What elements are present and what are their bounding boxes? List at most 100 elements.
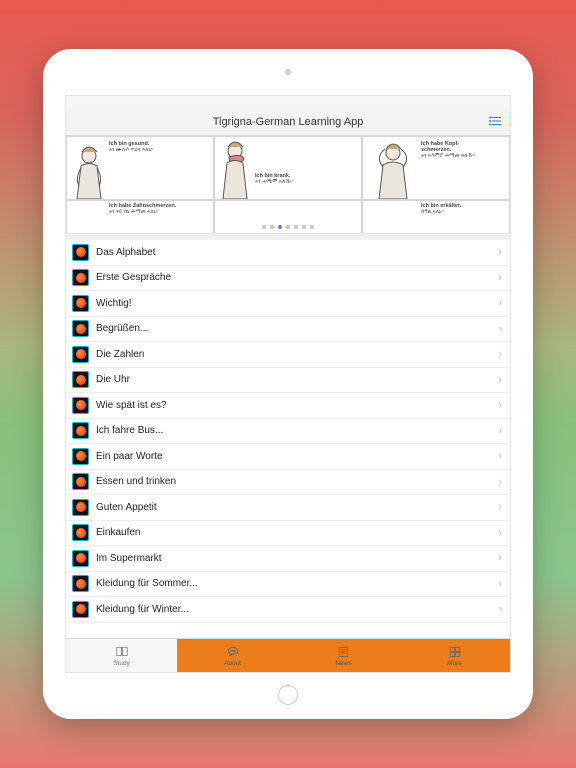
chevron-right-icon: › bbox=[498, 578, 502, 590]
lesson-icon bbox=[72, 601, 89, 618]
chevron-right-icon: › bbox=[498, 374, 502, 386]
panel-caption-ti: ኣነ ናይ ሰኒ ሕማመ ኣለኒ። bbox=[109, 209, 176, 215]
lesson-label: Das Alphabet bbox=[96, 247, 498, 258]
news-icon bbox=[337, 645, 351, 659]
chevron-right-icon: › bbox=[498, 348, 502, 360]
comic-panel: Ich bin erkältet. ሰዓል ኣለኒ። bbox=[362, 200, 510, 234]
chevron-right-icon: › bbox=[498, 552, 502, 564]
book-icon bbox=[115, 645, 129, 659]
chevron-right-icon: › bbox=[498, 272, 502, 284]
comic-grid: Ich bin gesund. ኣነ ሙሉእ ጥዕና ኣለኒ። Ich bin … bbox=[66, 136, 510, 233]
tab-label: News bbox=[335, 660, 351, 667]
tablet-frame: Tigrigna-German Learning App Ich bin ges… bbox=[43, 49, 533, 719]
lesson-label: Kleidung für Sommer... bbox=[96, 578, 498, 589]
chevron-right-icon: › bbox=[498, 476, 502, 488]
person-figure-icon bbox=[71, 144, 111, 199]
carousel-dot[interactable] bbox=[302, 225, 306, 229]
list-item[interactable]: Wie spät ist es? › bbox=[66, 393, 510, 419]
home-button[interactable] bbox=[278, 685, 298, 705]
list-item[interactable]: Erste Gespräche › bbox=[66, 266, 510, 292]
chevron-right-icon: › bbox=[498, 399, 502, 411]
speech-icon bbox=[226, 645, 240, 659]
chevron-right-icon: › bbox=[498, 425, 502, 437]
lesson-icon bbox=[72, 244, 89, 261]
lesson-icon bbox=[72, 524, 89, 541]
app-screen: Tigrigna-German Learning App Ich bin ges… bbox=[65, 95, 511, 673]
comic-panel: Ich habe Kopf-schmerzen. ኣነ ኣእምሮ ሕማመ ኣለኹ… bbox=[362, 136, 510, 200]
more-icon bbox=[448, 645, 462, 659]
nav-bar: Tigrigna-German Learning App bbox=[66, 108, 510, 136]
list-item[interactable]: Wichtig! › bbox=[66, 291, 510, 317]
carousel-dot[interactable] bbox=[310, 225, 314, 229]
tab-label: Study bbox=[113, 660, 130, 667]
tab-label: About bbox=[224, 660, 241, 667]
panel-caption-ti: ኣነ ኣእምሮ ሕማመ ኣለኹ። bbox=[421, 153, 481, 159]
chevron-right-icon: › bbox=[498, 501, 502, 513]
lesson-icon bbox=[72, 422, 89, 439]
lesson-label: Wichtig! bbox=[96, 298, 498, 309]
carousel-dot[interactable] bbox=[294, 225, 298, 229]
lesson-icon bbox=[72, 346, 89, 363]
chevron-right-icon: › bbox=[498, 297, 502, 309]
tab-bar: Study About News More bbox=[66, 638, 510, 672]
lesson-label: Guten Appetit bbox=[96, 502, 498, 513]
menu-icon[interactable] bbox=[488, 115, 502, 129]
list-item[interactable]: Ich fahre Bus... › bbox=[66, 419, 510, 445]
chevron-right-icon: › bbox=[498, 603, 502, 615]
list-item[interactable]: Kleidung für Sommer... › bbox=[66, 572, 510, 598]
list-item[interactable]: Begrüßen... › bbox=[66, 317, 510, 343]
lesson-label: Begrüßen... bbox=[96, 323, 498, 334]
tab-label: More bbox=[447, 660, 462, 667]
comic-panel: Ich habe Zahnschmerzen. ኣነ ናይ ሰኒ ሕማመ ኣለኒ… bbox=[66, 200, 214, 234]
lesson-label: Ein paar Worte bbox=[96, 451, 498, 462]
list-item[interactable]: Kleidung für Winter... › bbox=[66, 597, 510, 623]
list-item[interactable]: Ein paar Worte › bbox=[66, 444, 510, 470]
panel-caption-de: Ich habe Kopf-schmerzen. bbox=[421, 141, 481, 153]
lesson-label: Im Supermarkt bbox=[96, 553, 498, 564]
lesson-label: Wie spät ist es? bbox=[96, 400, 498, 411]
lesson-icon bbox=[72, 320, 89, 337]
list-item[interactable]: Essen und trinken › bbox=[66, 470, 510, 496]
tab-more[interactable]: More bbox=[399, 639, 510, 672]
lesson-icon bbox=[72, 371, 89, 388]
list-item[interactable]: Im Supermarkt › bbox=[66, 546, 510, 572]
list-item[interactable]: Guten Appetit › bbox=[66, 495, 510, 521]
person-sick-icon bbox=[217, 139, 259, 199]
list-item[interactable]: Die Uhr › bbox=[66, 368, 510, 394]
carousel-dots[interactable] bbox=[262, 225, 314, 229]
carousel-dot[interactable] bbox=[286, 225, 290, 229]
lesson-carousel[interactable]: Ich bin gesund. ኣነ ሙሉእ ጥዕና ኣለኒ። Ich bin … bbox=[66, 136, 510, 234]
page-title: Tigrigna-German Learning App bbox=[213, 116, 364, 128]
lesson-icon bbox=[72, 448, 89, 465]
carousel-dot[interactable] bbox=[270, 225, 274, 229]
comic-panel: Ich bin gesund. ኣነ ሙሉእ ጥዕና ኣለኒ። bbox=[66, 136, 214, 200]
lesson-label: Einkaufen bbox=[96, 527, 498, 538]
lesson-label: Ich fahre Bus... bbox=[96, 425, 498, 436]
comic-panel: Ich bin krank. ኣነ ሓሚሞ ኣለኹ። bbox=[214, 136, 362, 200]
person-headache-icon bbox=[369, 139, 419, 199]
chevron-right-icon: › bbox=[498, 450, 502, 462]
lesson-label: Kleidung für Winter... bbox=[96, 604, 498, 615]
list-item[interactable]: Einkaufen › bbox=[66, 521, 510, 547]
chevron-right-icon: › bbox=[498, 527, 502, 539]
carousel-dot[interactable] bbox=[262, 225, 266, 229]
lesson-label: Erste Gespräche bbox=[96, 272, 498, 283]
lesson-icon bbox=[72, 473, 89, 490]
lesson-label: Die Zahlen bbox=[96, 349, 498, 360]
lesson-icon bbox=[72, 269, 89, 286]
lesson-list[interactable]: Das Alphabet › Erste Gespräche › Wichtig… bbox=[66, 234, 510, 638]
tab-about[interactable]: About bbox=[177, 639, 288, 672]
chevron-right-icon: › bbox=[498, 323, 502, 335]
lesson-icon bbox=[72, 550, 89, 567]
list-item[interactable]: Die Zahlen › bbox=[66, 342, 510, 368]
tab-news[interactable]: News bbox=[288, 639, 399, 672]
tab-study[interactable]: Study bbox=[66, 639, 177, 672]
lesson-label: Essen und trinken bbox=[96, 476, 498, 487]
list-item[interactable]: Das Alphabet › bbox=[66, 240, 510, 266]
panel-caption-ti: ኣነ ሓሚሞ ኣለኹ። bbox=[255, 179, 293, 185]
lesson-icon bbox=[72, 575, 89, 592]
panel-caption-ti: ኣነ ሙሉእ ጥዕና ኣለኒ። bbox=[109, 147, 153, 153]
chevron-right-icon: › bbox=[498, 246, 502, 258]
lesson-label: Die Uhr bbox=[96, 374, 498, 385]
carousel-dot[interactable] bbox=[278, 225, 282, 229]
